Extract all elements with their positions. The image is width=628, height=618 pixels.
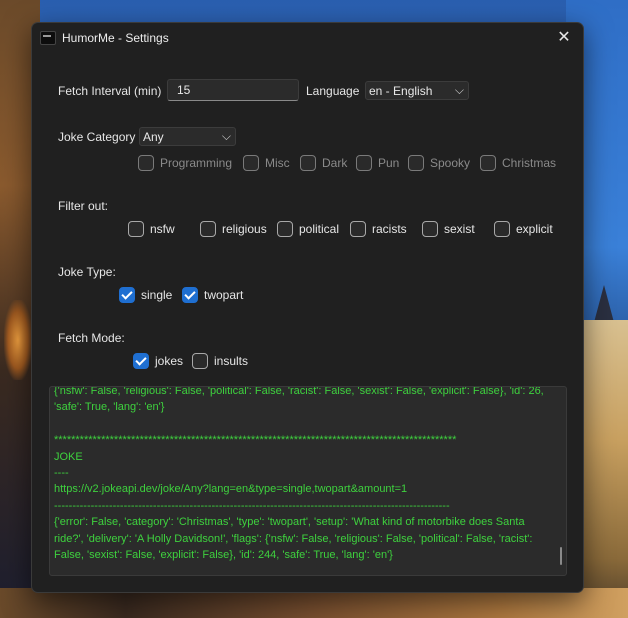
- console-line: ----------------------------------------…: [54, 499, 450, 512]
- checkbox-box: [128, 221, 144, 237]
- checkbox-label: twopart: [204, 288, 244, 302]
- console-output[interactable]: {'nsfw': False, 'religious': False, 'pol…: [49, 386, 567, 576]
- title-bar[interactable]: HumorMe - Settings ✕: [32, 23, 583, 53]
- checkbox-box: [133, 353, 149, 369]
- console-line: {'nsfw': False, 'religious': False, 'pol…: [54, 386, 544, 414]
- filter-checkbox-religious[interactable]: religious: [200, 220, 267, 238]
- filter-checkbox-racists[interactable]: racists: [350, 220, 407, 238]
- joke-category-select-value: Any: [143, 130, 164, 144]
- checkbox-box: [277, 221, 293, 237]
- checkbox-box: [480, 155, 496, 171]
- fetch-interval-input[interactable]: 15: [167, 79, 299, 101]
- console-line: JOKE: [54, 450, 83, 463]
- fetch-mode-checkbox-insults[interactable]: insults: [192, 352, 248, 370]
- checkbox-label: sexist: [444, 222, 475, 236]
- chevron-down-icon: ⌵: [454, 83, 464, 97]
- checkbox-label: Programming: [160, 156, 233, 170]
- checkbox-box: [243, 155, 259, 171]
- checkbox-label: Christmas: [502, 156, 557, 170]
- filter-checkbox-political[interactable]: political: [277, 220, 339, 238]
- checkbox-label: Misc: [265, 156, 290, 170]
- checkbox-box: [422, 221, 438, 237]
- category-checkbox-dark[interactable]: Dark: [300, 154, 347, 172]
- checkbox-label: nsfw: [150, 222, 175, 236]
- fetch-mode-checkbox-jokes[interactable]: jokes: [133, 352, 183, 370]
- filter-checkbox-sexist[interactable]: sexist: [422, 220, 475, 238]
- fetch-interval-label: Fetch Interval (min): [58, 84, 162, 98]
- checkbox-box: [182, 287, 198, 303]
- checkbox-box: [300, 155, 316, 171]
- app-icon: [40, 31, 56, 45]
- language-label: Language: [306, 84, 360, 98]
- fetch-mode-label: Fetch Mode:: [58, 331, 125, 345]
- joke-type-checkbox-single[interactable]: single: [119, 286, 172, 304]
- checkbox-label: single: [141, 288, 173, 302]
- window-title: HumorMe - Settings: [62, 31, 169, 45]
- category-checkbox-pun[interactable]: Pun: [356, 154, 399, 172]
- checkbox-label: explicit: [516, 222, 553, 236]
- checkbox-label: political: [299, 222, 340, 236]
- checkbox-box: [408, 155, 424, 171]
- checkbox-label: insults: [214, 354, 249, 368]
- category-checkbox-misc[interactable]: Misc: [243, 154, 290, 172]
- console-scrollbar[interactable]: [560, 547, 562, 565]
- filter-checkbox-explicit[interactable]: explicit: [494, 220, 553, 238]
- checkbox-box: [350, 221, 366, 237]
- joke-category-label: Joke Category: [58, 130, 136, 144]
- checkbox-box: [192, 353, 208, 369]
- console-line: ****************************************…: [54, 434, 457, 447]
- category-checkbox-programming[interactable]: Programming: [138, 154, 232, 172]
- wallpaper-lamp: [4, 300, 32, 380]
- joke-type-label: Joke Type:: [58, 265, 116, 279]
- joke-category-select[interactable]: Any ⌵: [139, 127, 236, 146]
- console-line: ----: [54, 467, 69, 480]
- checkbox-box: [138, 155, 154, 171]
- joke-type-checkbox-twopart[interactable]: twopart: [182, 286, 243, 304]
- checkbox-box: [494, 221, 510, 237]
- checkbox-label: Dark: [322, 156, 348, 170]
- language-select[interactable]: en - English ⌵: [365, 81, 469, 100]
- checkbox-box: [119, 287, 135, 303]
- language-select-value: en - English: [369, 84, 433, 98]
- checkbox-label: jokes: [155, 354, 184, 368]
- category-checkbox-christmas[interactable]: Christmas: [480, 154, 556, 172]
- filter-checkbox-nsfw[interactable]: nsfw: [128, 220, 175, 238]
- filter-out-label: Filter out:: [58, 199, 109, 213]
- settings-window: HumorMe - Settings ✕ Fetch Interval (min…: [31, 22, 584, 593]
- console-text: {'nsfw': False, 'religious': False, 'pol…: [54, 386, 554, 563]
- checkbox-label: Spooky: [430, 156, 471, 170]
- checkbox-box: [356, 155, 372, 171]
- close-button[interactable]: ✕: [553, 27, 575, 49]
- checkbox-label: Pun: [378, 156, 400, 170]
- console-line: {'error': False, 'category': 'Christmas'…: [54, 516, 533, 562]
- console-line: https://v2.jokeapi.dev/joke/Any?lang=en&…: [54, 483, 408, 496]
- checkbox-box: [200, 221, 216, 237]
- category-checkbox-spooky[interactable]: Spooky: [408, 154, 470, 172]
- checkbox-label: racists: [372, 222, 407, 236]
- checkbox-label: religious: [222, 222, 267, 236]
- chevron-down-icon: ⌵: [221, 129, 231, 143]
